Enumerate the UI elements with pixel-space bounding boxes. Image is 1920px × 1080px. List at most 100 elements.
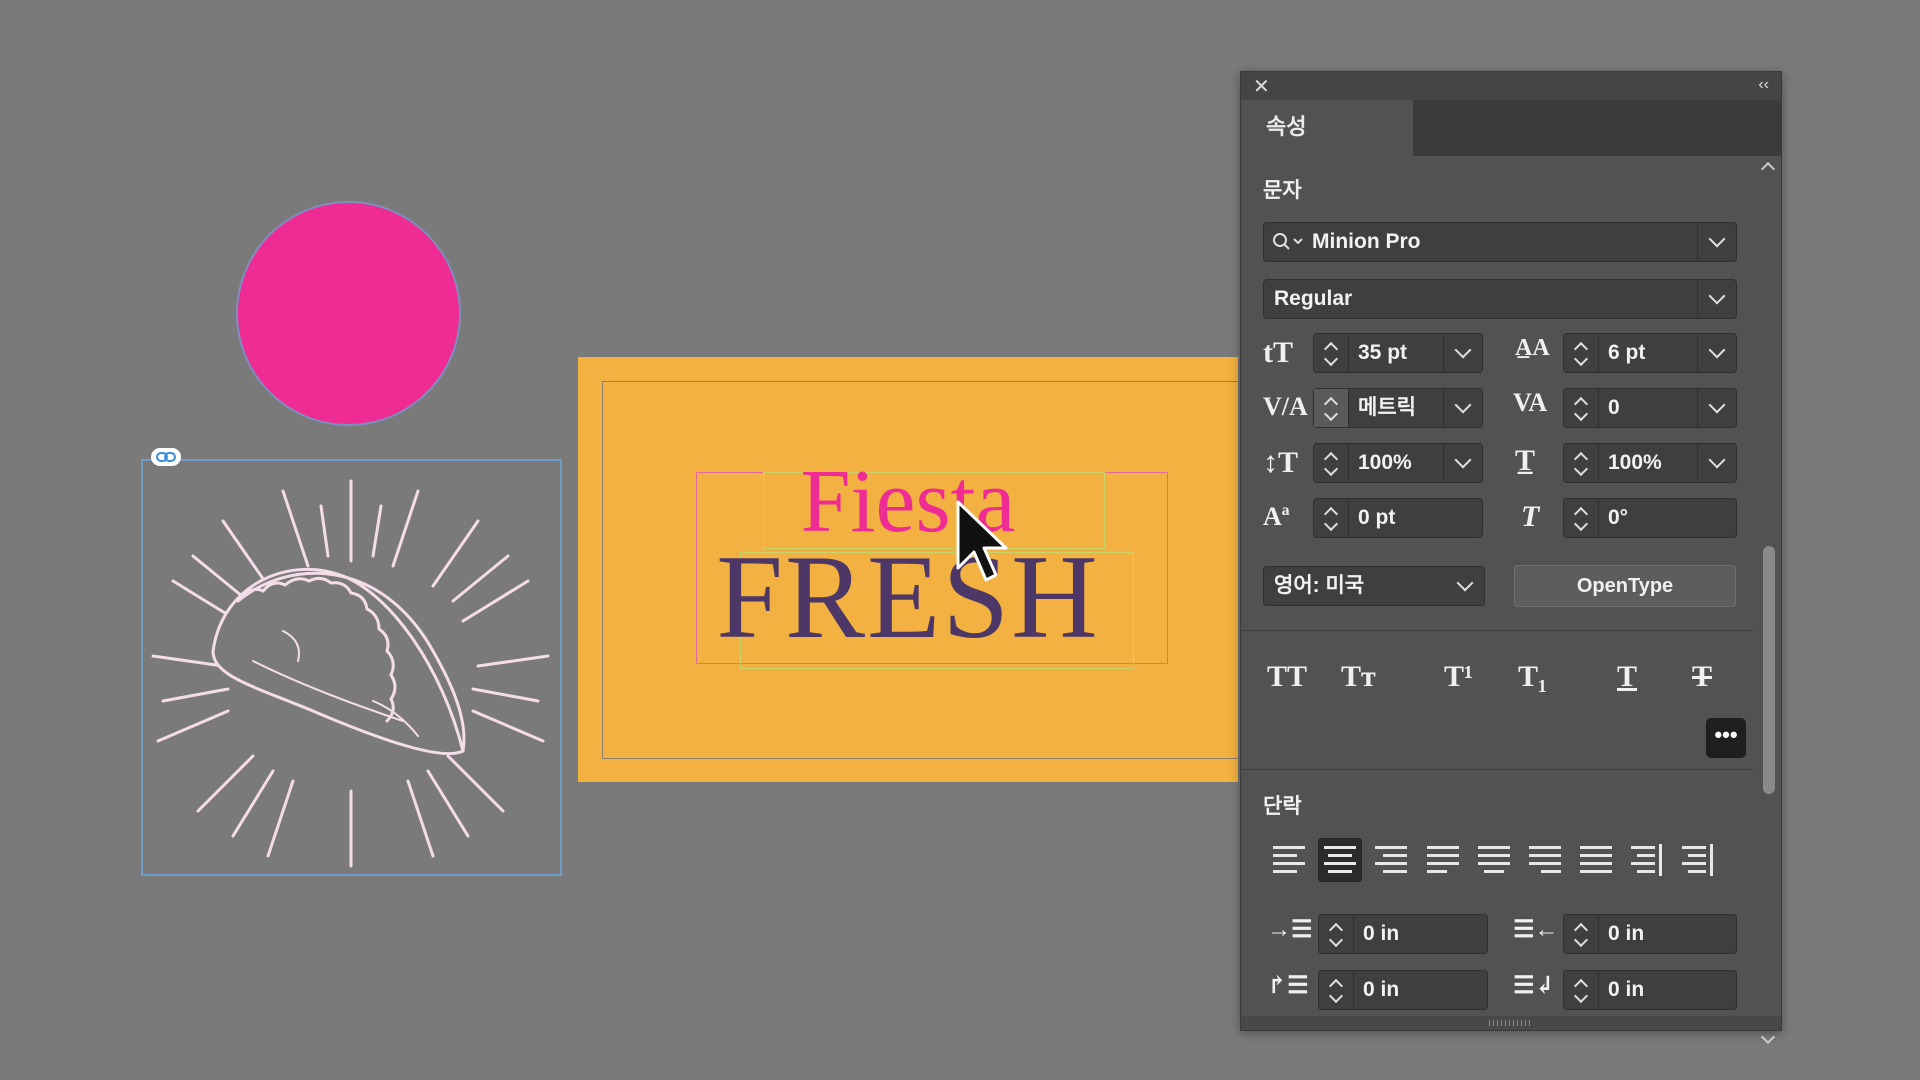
baseline-shift-field[interactable]: 0 pt: [1313, 498, 1483, 538]
font-family-dropdown[interactable]: [1697, 223, 1736, 261]
font-style-dropdown[interactable]: [1697, 280, 1736, 318]
all-caps-button[interactable]: TT: [1267, 660, 1307, 694]
chevron-down-icon: [1454, 396, 1472, 414]
more-options-button[interactable]: •••: [1706, 718, 1746, 758]
scroll-thumb[interactable]: [1763, 546, 1775, 794]
pink-circle-shape[interactable]: [238, 203, 459, 424]
right-indent-stepper[interactable]: [1564, 915, 1599, 953]
fresh-text[interactable]: FRESH: [578, 537, 1238, 657]
tracking-dropdown[interactable]: [1697, 389, 1736, 427]
chevron-down-icon: [1708, 396, 1726, 414]
divider: [1241, 769, 1753, 770]
opentype-button[interactable]: OpenType: [1514, 565, 1736, 607]
skew-stepper[interactable]: [1564, 499, 1599, 537]
justify-left-button[interactable]: [1421, 838, 1465, 882]
align-right-button[interactable]: [1369, 838, 1413, 882]
skew-field[interactable]: 0°: [1563, 498, 1737, 538]
horizontal-scale-value: 100%: [1608, 451, 1662, 474]
left-indent-value: 0 in: [1363, 922, 1400, 945]
justify-right-button[interactable]: [1523, 838, 1567, 882]
chevron-down-icon: [1708, 287, 1726, 305]
vertical-scale-dropdown[interactable]: [1443, 444, 1482, 482]
leading-stepper[interactable]: [1564, 334, 1599, 372]
align-away-from-spine-button[interactable]: [1676, 838, 1720, 882]
kerning-field[interactable]: 메트릭: [1313, 388, 1483, 428]
align-center-button[interactable]: [1318, 838, 1362, 882]
horizontal-scale-field[interactable]: 100%: [1563, 443, 1737, 483]
horizontal-scale-icon: T̲: [1515, 444, 1536, 477]
baseline-shift-stepper[interactable]: [1314, 499, 1349, 537]
last-line-indent-icon: ☰↲: [1513, 973, 1555, 999]
panel-scrollbar[interactable]: [1757, 156, 1781, 1045]
font-size-stepper[interactable]: [1314, 334, 1349, 372]
right-indent-value: 0 in: [1608, 922, 1645, 945]
chevron-down-icon: [1708, 341, 1726, 359]
taco-illustration: [151, 479, 550, 868]
leading-value: 6 pt: [1608, 341, 1646, 364]
panel-resize-grip[interactable]: [1241, 1016, 1781, 1030]
chevron-down-icon: [1456, 574, 1474, 592]
left-indent-stepper[interactable]: [1319, 915, 1354, 953]
last-line-indent-stepper[interactable]: [1564, 971, 1599, 1009]
font-family-value: Minion Pro: [1312, 230, 1421, 253]
last-line-indent-value: 0 in: [1608, 978, 1645, 1001]
underline-button[interactable]: T: [1617, 660, 1637, 694]
align-left-button[interactable]: [1267, 838, 1311, 882]
divider: [1241, 630, 1753, 631]
link-icon[interactable]: [151, 448, 181, 466]
horizontal-scale-dropdown[interactable]: [1697, 444, 1736, 482]
properties-panel: ✕ ‹‹ 속성 문자 Minion Pro Regular tT 35 pt A…: [1240, 71, 1782, 1045]
vertical-scale-stepper[interactable]: [1314, 444, 1349, 482]
skew-value: 0°: [1608, 506, 1629, 529]
left-indent-field[interactable]: 0 in: [1318, 914, 1488, 954]
first-line-indent-value: 0 in: [1363, 978, 1400, 1001]
font-style-field[interactable]: Regular: [1263, 279, 1737, 319]
small-caps-button[interactable]: Tт: [1341, 660, 1376, 694]
baseline-shift-value: 0 pt: [1358, 506, 1396, 529]
first-line-indent-field[interactable]: 0 in: [1318, 970, 1488, 1010]
tracking-field[interactable]: 0: [1563, 388, 1737, 428]
kerning-dropdown[interactable]: [1443, 389, 1482, 427]
font-size-value: 35 pt: [1358, 341, 1408, 364]
scroll-down-icon[interactable]: [1760, 1029, 1776, 1045]
mouse-pointer-icon: [956, 500, 1008, 582]
collapse-panel-icon[interactable]: ‹‹: [1758, 76, 1769, 94]
font-style-value: Regular: [1274, 287, 1353, 310]
kerning-stepper: [1314, 389, 1349, 427]
font-size-dropdown[interactable]: [1443, 334, 1482, 372]
font-size-icon: tT: [1263, 336, 1293, 369]
language-dropdown[interactable]: [1446, 567, 1484, 605]
tracking-stepper[interactable]: [1564, 389, 1599, 427]
tracking-icon: VA: [1513, 388, 1548, 417]
last-line-indent-field[interactable]: 0 in: [1563, 970, 1737, 1010]
first-line-indent-stepper[interactable]: [1319, 971, 1354, 1009]
horizontal-scale-stepper[interactable]: [1564, 444, 1599, 482]
skew-icon: T: [1521, 500, 1540, 533]
vertical-scale-field[interactable]: 100%: [1313, 443, 1483, 483]
justify-all-button[interactable]: [1574, 838, 1618, 882]
search-icon: [1273, 233, 1303, 250]
superscript-button[interactable]: T¹: [1444, 660, 1473, 694]
right-indent-icon: ☰←: [1513, 917, 1559, 943]
tab-properties[interactable]: 속성: [1241, 100, 1413, 156]
scroll-up-icon[interactable]: [1760, 161, 1776, 177]
right-indent-field[interactable]: 0 in: [1563, 914, 1737, 954]
language-select[interactable]: 영어: 미국: [1263, 566, 1485, 606]
justify-center-button[interactable]: [1472, 838, 1516, 882]
font-size-field[interactable]: 35 pt: [1313, 333, 1483, 373]
align-towards-spine-button[interactable]: [1625, 838, 1669, 882]
subscript-button[interactable]: T₁: [1518, 660, 1547, 694]
strikethrough-button[interactable]: T: [1692, 660, 1712, 694]
leading-field[interactable]: 6 pt: [1563, 333, 1737, 373]
tracking-value: 0: [1608, 396, 1620, 419]
taco-image-frame[interactable]: [141, 459, 562, 876]
font-family-field[interactable]: Minion Pro: [1263, 222, 1737, 262]
chevron-down-icon: [1708, 451, 1726, 469]
kerning-value: 메트릭: [1358, 396, 1416, 419]
panel-titlebar: ✕ ‹‹: [1241, 72, 1781, 100]
fiesta-fresh-card[interactable]: Fiesta FRESH: [578, 357, 1239, 782]
chevron-down-icon: [1454, 451, 1472, 469]
leading-dropdown[interactable]: [1697, 334, 1736, 372]
close-icon[interactable]: ✕: [1253, 74, 1270, 99]
language-value: 영어: 미국: [1274, 574, 1365, 597]
